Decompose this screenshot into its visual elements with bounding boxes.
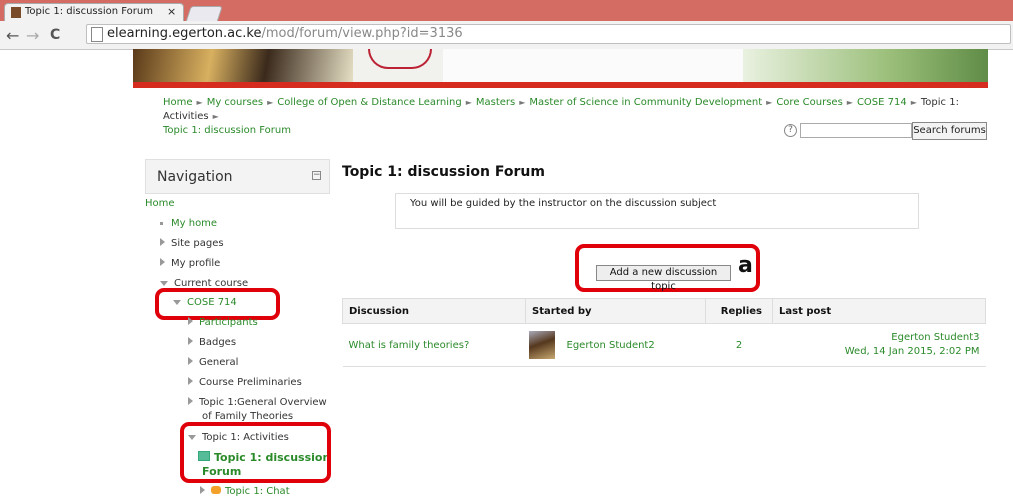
- expand-arrow-icon: [188, 357, 193, 365]
- nav-topic-overview[interactable]: Topic 1:General Overview: [188, 397, 327, 408]
- navigation-title: Navigation: [157, 169, 233, 185]
- last-post-user[interactable]: Egerton Student3: [891, 332, 979, 343]
- breadcrumb-home[interactable]: Home: [163, 97, 193, 108]
- help-icon[interactable]: ?: [784, 124, 797, 137]
- nav-topic-overview-line2: of Family Theories: [202, 411, 294, 422]
- expand-arrow-icon: [188, 317, 193, 325]
- bullet-icon: [160, 221, 163, 225]
- site-banner: [133, 49, 988, 88]
- nav-general-label: General: [199, 357, 239, 368]
- breadcrumb-program[interactable]: Master of Science in Community Developme…: [529, 97, 762, 108]
- breadcrumb-course[interactable]: COSE 714: [857, 97, 907, 108]
- expand-arrow-icon: [188, 397, 193, 405]
- nav-site-pages[interactable]: Site pages: [160, 238, 224, 249]
- browser-toolbar: ← → C elearning.egerton.ac.ke/mod/forum/…: [0, 21, 1013, 50]
- reload-icon[interactable]: C: [50, 27, 60, 43]
- col-last-post[interactable]: Last post: [772, 298, 986, 324]
- breadcrumb-college[interactable]: College of Open & Distance Learning: [277, 97, 462, 108]
- url-path: /mod/forum/view.php?id=3136: [261, 26, 463, 41]
- tab-close-icon[interactable]: ×: [167, 5, 176, 18]
- expand-arrow-icon: [188, 337, 193, 345]
- search-forums-input[interactable]: [800, 123, 912, 138]
- search-forums-button[interactable]: Search forums: [912, 122, 987, 140]
- forum-description: You will be guided by the instructor on …: [410, 198, 717, 209]
- last-post-cell: Egerton Student3 Wed, 14 Jan 2015, 2:02 P…: [772, 323, 986, 367]
- browser-tab[interactable]: Topic 1: discussion Forum ×: [4, 3, 184, 21]
- url-host: elearning.egerton.ac.ke: [107, 26, 262, 41]
- last-post-date[interactable]: Wed, 14 Jan 2015, 2:02 PM: [845, 346, 980, 357]
- nav-course-preliminaries-label: Course Preliminaries: [199, 377, 302, 388]
- moodle-favicon-icon: [11, 7, 21, 18]
- page-title: Topic 1: discussion Forum: [342, 164, 545, 180]
- expand-arrow-icon: [160, 258, 165, 266]
- nav-my-profile[interactable]: My profile: [160, 258, 220, 269]
- highlight-forum: [180, 422, 331, 483]
- breadcrumb-current: Topic 1: discussion Forum: [163, 125, 291, 136]
- col-discussion[interactable]: Discussion: [342, 298, 526, 324]
- nav-general[interactable]: General: [188, 357, 238, 368]
- annotation-label: a: [738, 253, 753, 278]
- nav-course-preliminaries[interactable]: Course Preliminaries: [188, 377, 302, 388]
- nav-participants-label: Participants: [199, 317, 258, 328]
- collapse-icon[interactable]: −: [312, 171, 321, 180]
- discussion-table: Discussion Started by Replies Last post …: [342, 298, 986, 367]
- nav-badges-label: Badges: [199, 337, 237, 348]
- nav-my-home[interactable]: My home: [160, 218, 217, 229]
- nav-home[interactable]: Home: [145, 198, 175, 209]
- tab-title: Topic 1: discussion Forum: [25, 6, 153, 17]
- nav-my-home-label: My home: [171, 218, 218, 229]
- nav-chat-label: Topic 1: Chat: [225, 486, 290, 497]
- breadcrumb-masters[interactable]: Masters: [476, 97, 515, 108]
- col-started-by[interactable]: Started by: [525, 298, 706, 324]
- nav-site-pages-label: Site pages: [171, 238, 224, 249]
- breadcrumb-my-courses[interactable]: My courses: [207, 97, 263, 108]
- page-icon: [91, 27, 103, 42]
- avatar[interactable]: [528, 331, 555, 359]
- highlight-course: [155, 288, 280, 320]
- nav-topic-overview-label: Topic 1:General Overview: [199, 397, 327, 408]
- nav-chat[interactable]: Topic 1: Chat: [200, 486, 290, 497]
- discussion-link[interactable]: What is family theories?: [342, 323, 526, 367]
- started-by-cell: Egerton Student2: [525, 323, 706, 367]
- table-row: What is family theories? Egerton Student…: [342, 323, 986, 367]
- chat-icon: [211, 486, 221, 494]
- col-replies[interactable]: Replies: [705, 298, 773, 324]
- nav-participants[interactable]: Participants: [188, 317, 258, 328]
- nav-badges[interactable]: Badges: [188, 337, 236, 348]
- address-bar[interactable]: elearning.egerton.ac.ke/mod/forum/view.p…: [86, 24, 1011, 44]
- expand-arrow-icon: [188, 377, 193, 385]
- started-by-link[interactable]: Egerton Student2: [567, 340, 655, 351]
- university-seal-icon: [368, 49, 432, 69]
- collapse-arrow-icon: [160, 281, 168, 286]
- expand-arrow-icon: [200, 486, 205, 494]
- table-header-row: Discussion Started by Replies Last post: [342, 298, 986, 324]
- back-arrow-icon[interactable]: ←: [6, 26, 19, 45]
- breadcrumb-core-courses[interactable]: Core Courses: [776, 97, 842, 108]
- nav-my-profile-label: My profile: [171, 258, 221, 269]
- forward-arrow-icon[interactable]: →: [26, 26, 39, 45]
- expand-arrow-icon: [160, 238, 165, 246]
- add-discussion-button[interactable]: Add a new discussion topic: [596, 265, 731, 292]
- replies-link[interactable]: 2: [705, 323, 773, 367]
